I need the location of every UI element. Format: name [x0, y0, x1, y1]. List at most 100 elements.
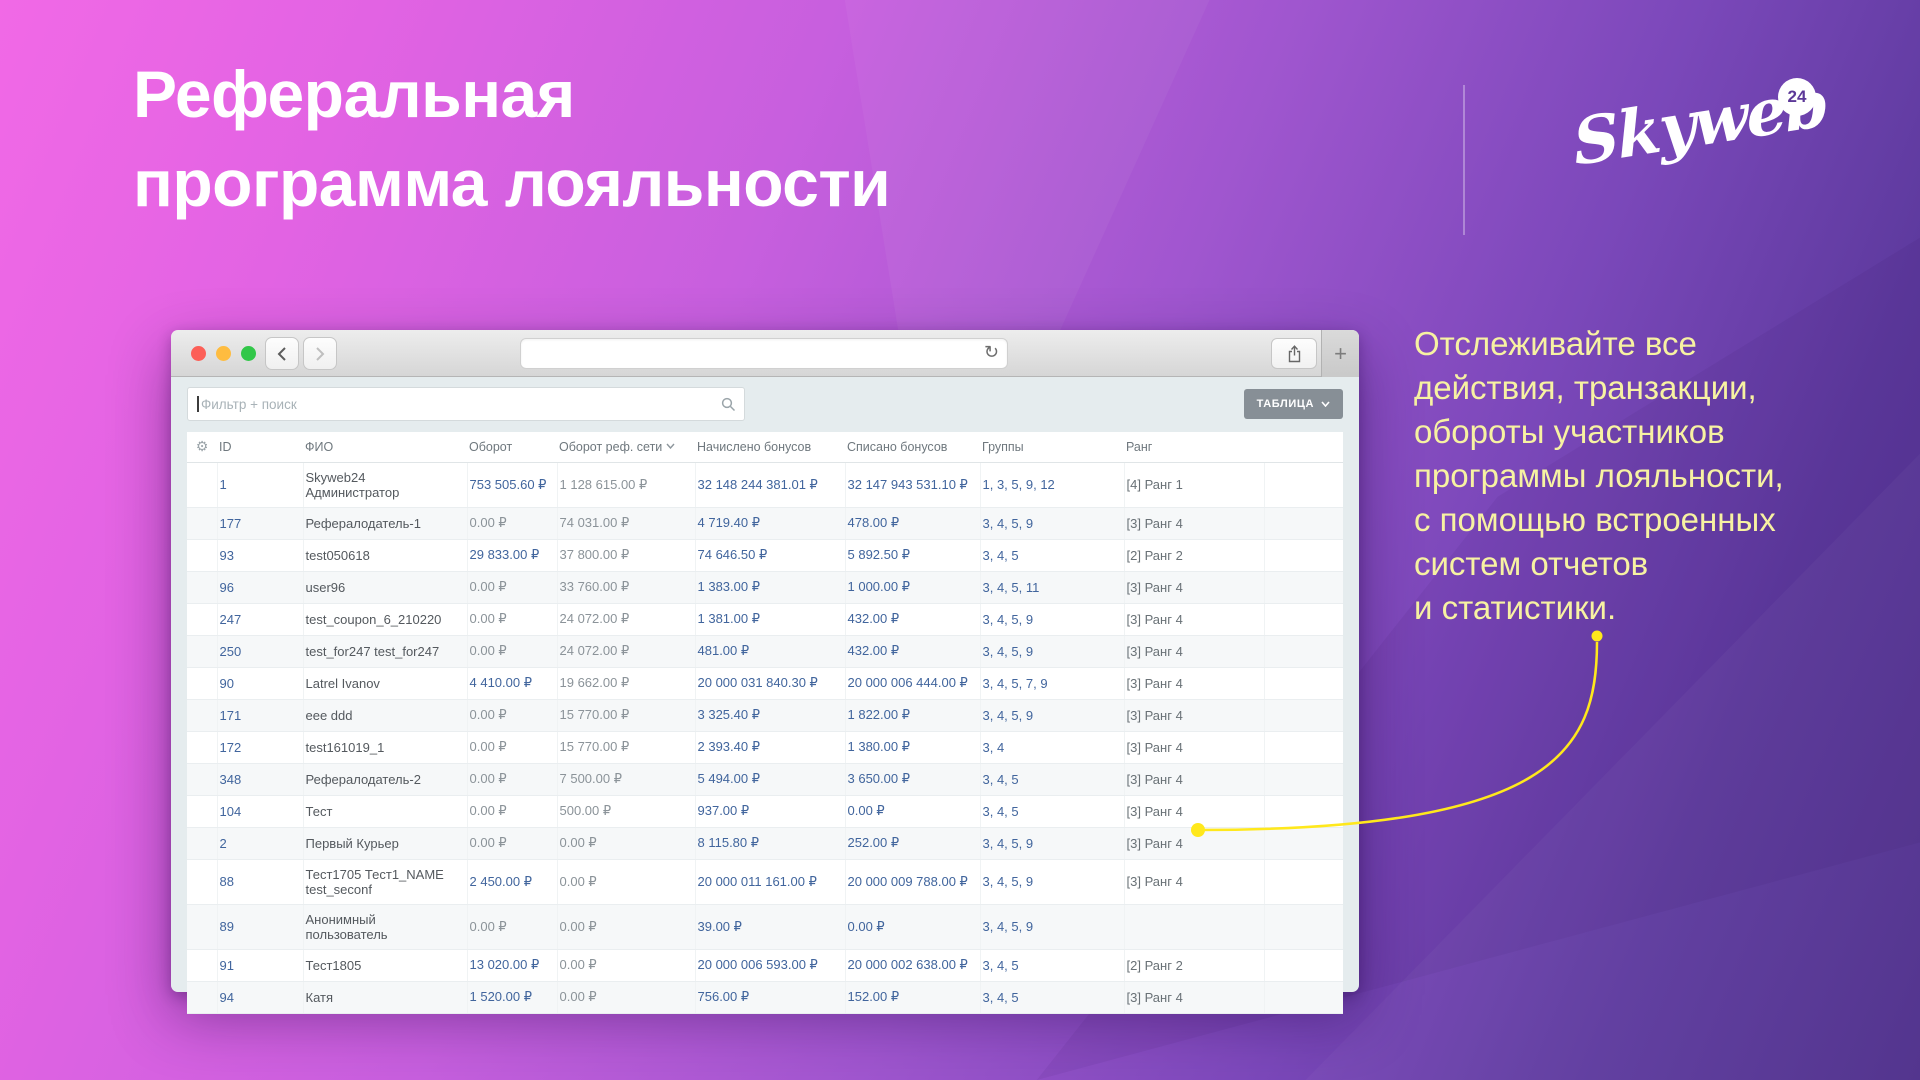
table-row[interactable]: 171eee ddd0.00 ₽15 770.00 ₽3 325.40 ₽1 8…	[187, 699, 1343, 731]
cell-id[interactable]: 348	[217, 763, 303, 795]
table-row[interactable]: 348Рефералодатель-20.00 ₽7 500.00 ₽5 494…	[187, 763, 1343, 795]
close-button[interactable]	[191, 346, 206, 361]
column-header-groups[interactable]: Группы	[980, 432, 1124, 462]
cell-accrued: 20 000 006 593.00 ₽	[695, 949, 845, 981]
cell-id[interactable]: 104	[217, 795, 303, 827]
cell-turnover: 0.00 ₽	[467, 763, 557, 795]
cell-id[interactable]: 177	[217, 507, 303, 539]
cell-accrued: 8 115.80 ₽	[695, 827, 845, 859]
cell-ref-turnover: 0.00 ₽	[557, 827, 695, 859]
cell-filler	[1264, 539, 1343, 571]
table-row[interactable]: 177Рефералодатель-10.00 ₽74 031.00 ₽4 71…	[187, 507, 1343, 539]
column-header-name[interactable]: ФИО	[303, 432, 467, 462]
cell-name: test161019_1	[303, 731, 467, 763]
cell-rank: [3] Ранг 4	[1124, 603, 1264, 635]
cell-gear	[187, 763, 217, 795]
table-row[interactable]: 91Тест180513 020.00 ₽0.00 ₽20 000 006 59…	[187, 949, 1343, 981]
cell-ref-turnover: 0.00 ₽	[557, 859, 695, 904]
cell-id[interactable]: 94	[217, 981, 303, 1013]
cell-filler	[1264, 462, 1343, 507]
minimize-button[interactable]	[216, 346, 231, 361]
gear-icon[interactable]: ⚙	[196, 438, 209, 454]
cell-id[interactable]: 89	[217, 904, 303, 949]
cell-id[interactable]: 88	[217, 859, 303, 904]
reload-icon[interactable]: ↻	[984, 342, 999, 363]
table-row[interactable]: 2Первый Курьер0.00 ₽0.00 ₽8 115.80 ₽252.…	[187, 827, 1343, 859]
table-header-row: ⚙ ID ФИО Оборот Оборот реф. сети Начисле…	[187, 432, 1343, 462]
share-button[interactable]	[1271, 338, 1317, 369]
table-row[interactable]: 172test161019_10.00 ₽15 770.00 ₽2 393.40…	[187, 731, 1343, 763]
column-header-accrued[interactable]: Начислено бонусов	[695, 432, 845, 462]
column-header-id[interactable]: ID	[217, 432, 303, 462]
table-row[interactable]: 1Skyweb24 Администратор753 505.60 ₽1 128…	[187, 462, 1343, 507]
header-divider	[1463, 85, 1465, 235]
cell-name: test_for247 test_for247	[303, 635, 467, 667]
cell-id[interactable]: 172	[217, 731, 303, 763]
cell-rank: [2] Ранг 2	[1124, 539, 1264, 571]
back-button[interactable]	[265, 337, 299, 370]
zoom-button[interactable]	[241, 346, 256, 361]
cell-gear	[187, 981, 217, 1013]
table-row[interactable]: 247test_coupon_6_2102200.00 ₽24 072.00 ₽…	[187, 603, 1343, 635]
cell-rank: [3] Ранг 4	[1124, 795, 1264, 827]
column-header-ref-turnover[interactable]: Оборот реф. сети	[557, 432, 695, 462]
column-settings[interactable]: ⚙	[187, 432, 217, 462]
cell-rank: [3] Ранг 4	[1124, 981, 1264, 1013]
table-row[interactable]: 96user960.00 ₽33 760.00 ₽1 383.00 ₽1 000…	[187, 571, 1343, 603]
cell-accrued: 20 000 031 840.30 ₽	[695, 667, 845, 699]
table-row[interactable]: 94Катя1 520.00 ₽0.00 ₽756.00 ₽152.00 ₽3,…	[187, 981, 1343, 1013]
table-row[interactable]: 88Тест1705 Тест1_NAME test_seconf2 450.0…	[187, 859, 1343, 904]
sort-desc-icon	[666, 443, 675, 449]
plus-icon: +	[1334, 341, 1347, 367]
cell-rank	[1124, 904, 1264, 949]
cell-turnover: 4 410.00 ₽	[467, 667, 557, 699]
cell-filler	[1264, 795, 1343, 827]
cell-id[interactable]: 171	[217, 699, 303, 731]
cell-id[interactable]: 90	[217, 667, 303, 699]
new-tab-button[interactable]: +	[1321, 330, 1359, 377]
cell-rank: [3] Ранг 4	[1124, 827, 1264, 859]
search-input[interactable]	[187, 387, 745, 421]
table-view-button[interactable]: ТАБЛИЦА	[1244, 389, 1343, 419]
cell-id[interactable]: 250	[217, 635, 303, 667]
cell-accrued: 937.00 ₽	[695, 795, 845, 827]
cell-accrued: 2 393.40 ₽	[695, 731, 845, 763]
table-row[interactable]: 250test_for247 test_for2470.00 ₽24 072.0…	[187, 635, 1343, 667]
column-header-rank[interactable]: Ранг	[1124, 432, 1264, 462]
cell-id[interactable]: 93	[217, 539, 303, 571]
table-row[interactable]: 89Анонимный пользователь0.00 ₽0.00 ₽39.0…	[187, 904, 1343, 949]
cell-name: eee ddd	[303, 699, 467, 731]
cell-written-off: 478.00 ₽	[845, 507, 980, 539]
cell-accrued: 481.00 ₽	[695, 635, 845, 667]
cell-filler	[1264, 904, 1343, 949]
table-row[interactable]: 104Тест0.00 ₽500.00 ₽937.00 ₽0.00 ₽3, 4,…	[187, 795, 1343, 827]
cell-groups: 3, 4, 5, 9	[980, 603, 1124, 635]
cell-id[interactable]: 1	[217, 462, 303, 507]
cell-written-off: 32 147 943 531.10 ₽	[845, 462, 980, 507]
table-body: 1Skyweb24 Администратор753 505.60 ₽1 128…	[187, 462, 1343, 1013]
cell-filler	[1264, 859, 1343, 904]
cell-rank: [2] Ранг 2	[1124, 949, 1264, 981]
cell-filler	[1264, 667, 1343, 699]
address-bar[interactable]: ↻	[520, 338, 1008, 369]
cell-id[interactable]: 2	[217, 827, 303, 859]
cell-id[interactable]: 96	[217, 571, 303, 603]
cell-ref-turnover: 1 128 615.00 ₽	[557, 462, 695, 507]
cell-groups: 3, 4, 5	[980, 949, 1124, 981]
cell-name: Рефералодатель-2	[303, 763, 467, 795]
cell-name: Тест1805	[303, 949, 467, 981]
forward-button[interactable]	[303, 337, 337, 370]
table-row[interactable]: 90Latrel Ivanov4 410.00 ₽19 662.00 ₽20 0…	[187, 667, 1343, 699]
cell-accrued: 39.00 ₽	[695, 904, 845, 949]
cell-groups: 3, 4, 5	[980, 539, 1124, 571]
cell-id[interactable]: 91	[217, 949, 303, 981]
table-row[interactable]: 93test05061829 833.00 ₽37 800.00 ₽74 646…	[187, 539, 1343, 571]
cell-gear	[187, 795, 217, 827]
column-header-written-off[interactable]: Списано бонусов	[845, 432, 980, 462]
column-header-turnover[interactable]: Оборот	[467, 432, 557, 462]
cell-filler	[1264, 949, 1343, 981]
cell-id[interactable]: 247	[217, 603, 303, 635]
cell-gear	[187, 731, 217, 763]
cell-ref-turnover: 15 770.00 ₽	[557, 731, 695, 763]
cell-groups: 3, 4, 5, 9	[980, 635, 1124, 667]
